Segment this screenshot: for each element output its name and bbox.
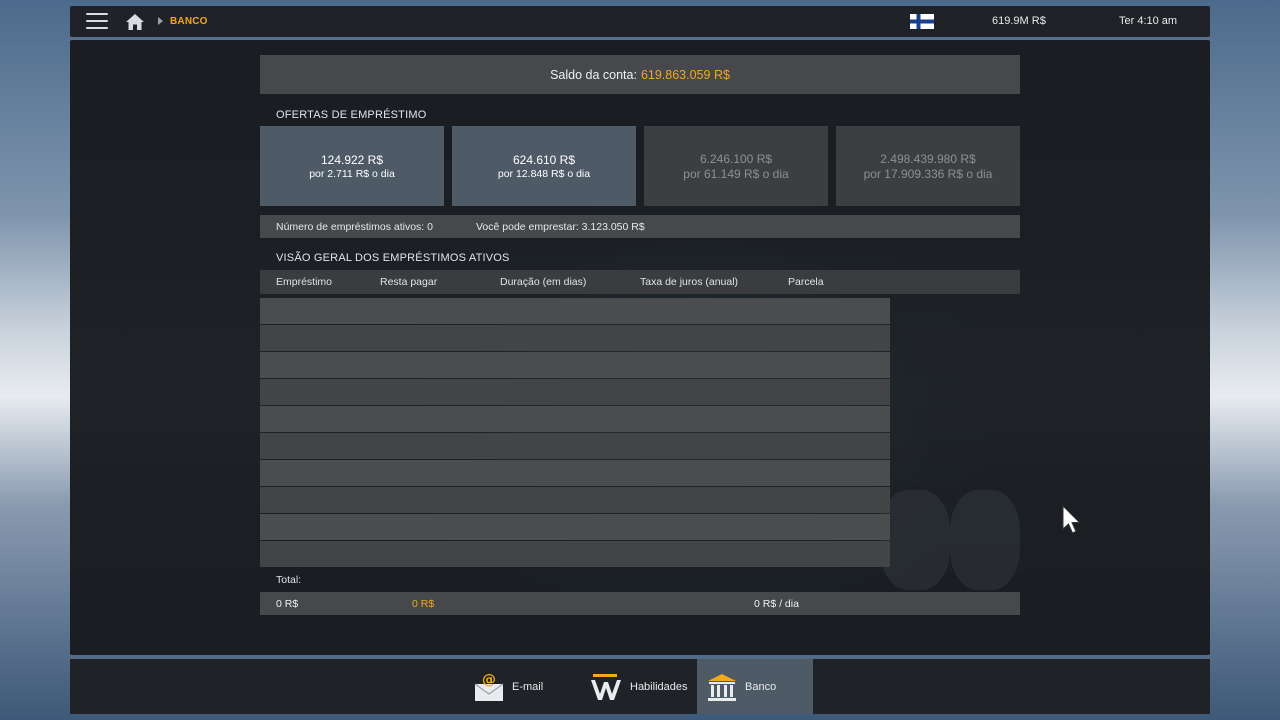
breadcrumb-arrow-icon xyxy=(158,17,163,25)
table-row[interactable] xyxy=(260,541,890,567)
loan-offer-1[interactable]: 124.922 R$ por 2.711 R$ o dia xyxy=(260,126,444,206)
nav-label: Banco xyxy=(745,680,777,693)
table-row[interactable] xyxy=(260,514,890,540)
nav-email[interactable]: @ E-mail xyxy=(474,659,574,714)
column-header: Empréstimo xyxy=(276,276,333,288)
table-row[interactable] xyxy=(260,487,890,513)
column-header: Resta pagar xyxy=(380,276,438,288)
loan-offer-4: 2.498.439.980 R$ por 17.909.336 R$ o dia xyxy=(836,126,1020,206)
menu-icon[interactable] xyxy=(86,13,108,31)
account-balance-bar: Saldo da conta: 619.863.059 R$ xyxy=(260,55,1020,94)
loan-offer-amount: 624.610 R$ xyxy=(512,152,576,167)
table-row[interactable] xyxy=(260,325,890,351)
loan-offer-amount: 124.922 R$ xyxy=(320,152,384,167)
table-row[interactable] xyxy=(260,406,890,432)
borrow-limit: Você pode emprestar: 3.123.050 R$ xyxy=(476,221,645,233)
breadcrumb: BANCO xyxy=(170,16,208,27)
column-header: Duração (em dias) xyxy=(500,276,587,288)
nav-label: Habilidades xyxy=(630,680,688,693)
table-row[interactable] xyxy=(260,352,890,378)
active-loans-count: Número de empréstimos ativos: 0 xyxy=(276,221,433,233)
loan-offer-rate: por 61.149 R$ o dia xyxy=(683,166,789,181)
loan-offer-amount: 2.498.439.980 R$ xyxy=(880,151,976,166)
skills-icon xyxy=(591,673,621,700)
table-row[interactable] xyxy=(260,379,890,405)
total-loan: 0 R$ xyxy=(276,598,299,610)
nav-skills[interactable]: Habilidades xyxy=(590,659,700,714)
bottom-nav: @ E-mail Habilidades Banco xyxy=(70,659,1210,714)
nav-label: E-mail xyxy=(512,680,544,693)
total-bar: 0 R$ 0 R$ 0 R$ / dia xyxy=(260,592,1020,615)
mouse-cursor-icon xyxy=(1062,504,1082,540)
loans-table-body xyxy=(260,298,890,568)
loan-offer-3: 6.246.100 R$ por 61.149 R$ o dia xyxy=(644,126,828,206)
loans-table-header: Empréstimo Resta pagar Duração (em dias)… xyxy=(260,270,1020,294)
balance-value: 619.863.059 R$ xyxy=(640,67,730,82)
top-bar: BANCO 619.9M R$ Ter 4:10 am xyxy=(70,6,1210,37)
finland-flag-icon xyxy=(910,14,934,29)
column-header: Parcela xyxy=(788,276,824,288)
active-loans-title: VISÃO GERAL DOS EMPRÉSTIMOS ATIVOS xyxy=(276,252,510,264)
loan-offers-title: OFERTAS DE EMPRÉSTIMO xyxy=(276,109,427,121)
nav-bank[interactable]: Banco xyxy=(697,659,813,714)
game-time: Ter 4:10 am xyxy=(1119,15,1178,27)
loan-info-bar: Número de empréstimos ativos: 0 Você pod… xyxy=(260,215,1020,238)
loan-offer-2[interactable]: 624.610 R$ por 12.848 R$ o dia xyxy=(452,126,636,206)
balance-label: Saldo da conta: xyxy=(550,67,637,82)
email-icon: @ xyxy=(474,672,504,701)
bank-panel: Saldo da conta: 619.863.059 R$ OFERTAS D… xyxy=(70,40,1210,655)
table-row[interactable] xyxy=(260,433,890,459)
svg-text:@: @ xyxy=(482,672,496,688)
loan-offer-amount: 6.246.100 R$ xyxy=(699,151,773,166)
total-installment: 0 R$ / dia xyxy=(754,598,799,610)
bank-icon xyxy=(708,673,736,701)
table-row[interactable] xyxy=(260,298,890,324)
money-display: 619.9M R$ xyxy=(992,15,1046,27)
total-label: Total: xyxy=(276,574,302,586)
table-row[interactable] xyxy=(260,460,890,486)
column-header: Taxa de juros (anual) xyxy=(640,276,739,288)
loan-offer-rate: por 17.909.336 R$ o dia xyxy=(863,166,993,181)
total-remaining: 0 R$ xyxy=(412,598,435,610)
loan-offer-rate: por 2.711 R$ o dia xyxy=(309,167,395,180)
loan-offer-rate: por 12.848 R$ o dia xyxy=(497,167,591,180)
home-icon[interactable] xyxy=(125,13,145,31)
